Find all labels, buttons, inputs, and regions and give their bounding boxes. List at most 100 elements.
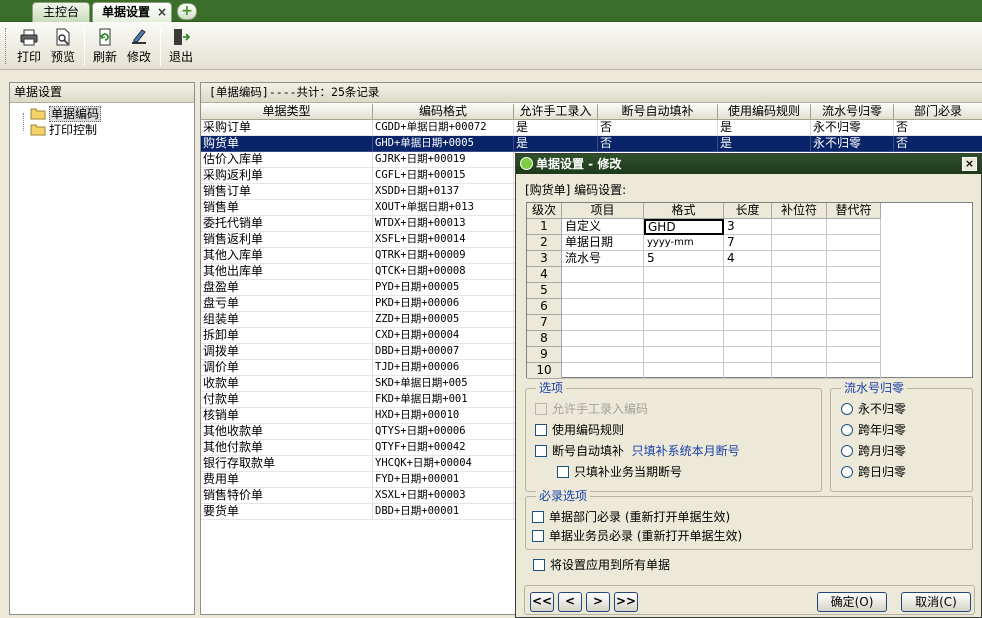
code-grid-cell[interactable]	[724, 363, 772, 379]
column-header[interactable]: 部门必录	[894, 104, 982, 120]
code-grid-cell[interactable]	[724, 283, 772, 299]
tree-item-print-control[interactable]: 打印控制	[30, 122, 97, 138]
code-grid-cell[interactable]	[644, 267, 724, 283]
code-grid-cell[interactable]	[827, 347, 881, 363]
code-grid-cell[interactable]	[562, 283, 644, 299]
code-grid-cell[interactable]	[562, 267, 644, 283]
business-only-checkbox[interactable]: 只填补业务当期断号	[557, 464, 682, 480]
code-grid-cell[interactable]	[644, 363, 724, 379]
table-cell: GJRK+日期+00019	[373, 152, 514, 168]
preview-button[interactable]: 预览	[48, 28, 78, 68]
code-grid-cell[interactable]: GHD	[644, 219, 724, 235]
dialog-close-icon[interactable]: ×	[962, 157, 977, 171]
code-grid-cell[interactable]	[772, 331, 827, 347]
code-grid-cell[interactable]: yyyy-mm	[644, 235, 724, 251]
code-grid-cell[interactable]	[827, 267, 881, 283]
code-grid-cell[interactable]	[724, 347, 772, 363]
code-grid-cell[interactable]	[644, 331, 724, 347]
staff-required-checkbox[interactable]: 单据业务员必录 (重新打开单据生效)	[532, 528, 742, 544]
print-button[interactable]: 打印	[14, 28, 44, 68]
code-grid-cell[interactable]	[827, 235, 881, 251]
code-grid-cell[interactable]	[724, 267, 772, 283]
code-grid-cell[interactable]	[644, 315, 724, 331]
add-tab-icon[interactable]: +	[177, 3, 197, 20]
column-header[interactable]: 使用编码规则	[718, 104, 811, 120]
code-grid-header: 项目	[562, 203, 644, 219]
code-grid-cell[interactable]	[644, 283, 724, 299]
code-grid-cell[interactable]	[644, 347, 724, 363]
first-record-button[interactable]: <<	[530, 592, 554, 612]
last-record-button[interactable]: >>	[614, 592, 638, 612]
dialog-title-bar[interactable]: 单据设置 - 修改 ×	[516, 154, 981, 174]
code-grid-cell[interactable]	[724, 331, 772, 347]
column-header[interactable]: 单据类型	[201, 104, 373, 120]
code-grid-cell[interactable]: 5	[644, 251, 724, 267]
preview-label: 预览	[50, 50, 75, 64]
table-row[interactable]: 购货单 GHD+单据日期+0005 是否是永不归零否	[201, 136, 982, 152]
code-grid-cell[interactable]	[827, 251, 881, 267]
code-grid-cell[interactable]: 单据日期	[562, 235, 644, 251]
refresh-button[interactable]: 刷新	[90, 28, 120, 68]
code-grid-cell[interactable]	[827, 299, 881, 315]
column-header[interactable]: 流水号归零	[811, 104, 894, 120]
code-grid-cell[interactable]: 7	[724, 235, 772, 251]
table-row[interactable]: 采购订单 CGDD+单据日期+00072 是否是永不归零否	[201, 120, 982, 136]
code-grid-cell[interactable]	[724, 299, 772, 315]
use-rule-checkbox[interactable]: 使用编码规则	[535, 422, 624, 438]
code-grid-cell[interactable]	[827, 315, 881, 331]
code-grid-cell[interactable]	[772, 347, 827, 363]
code-grid-cell[interactable]	[772, 299, 827, 315]
code-grid-cell[interactable]	[772, 363, 827, 379]
code-grid-cell[interactable]	[562, 315, 644, 331]
tree-item-document-coding[interactable]: 单据编码	[30, 106, 102, 122]
dept-required-checkbox[interactable]: 单据部门必录 (重新打开单据生效)	[532, 509, 730, 525]
code-grid-cell[interactable]: 自定义	[562, 219, 644, 235]
code-grid-cell[interactable]: 流水号	[562, 251, 644, 267]
code-grid-cell[interactable]	[827, 331, 881, 347]
reset-daily-radio[interactable]: 跨日归零	[841, 464, 906, 480]
code-grid-cell[interactable]: 3	[724, 219, 772, 235]
code-grid-cell[interactable]	[562, 331, 644, 347]
code-grid-cell[interactable]	[772, 235, 827, 251]
code-grid-cell[interactable]	[772, 219, 827, 235]
cancel-button[interactable]: 取消(C)	[901, 592, 971, 612]
code-grid-cell[interactable]	[772, 283, 827, 299]
prev-record-button[interactable]: <	[558, 592, 582, 612]
code-grid-cell[interactable]: 4	[724, 251, 772, 267]
code-grid-cell[interactable]	[827, 283, 881, 299]
tab-close-icon[interactable]: ×	[157, 3, 167, 22]
allow-manual-checkbox[interactable]: 允许手工录入编码	[535, 401, 648, 417]
next-record-button[interactable]: >	[586, 592, 610, 612]
auto-fill-hint: 只填补系统本月断号	[631, 444, 740, 458]
ok-button[interactable]: 确定(O)	[817, 592, 887, 612]
table-cell: CXD+日期+00004	[373, 328, 514, 344]
printer-icon	[20, 29, 38, 46]
code-grid-cell[interactable]	[562, 299, 644, 315]
code-grid-cell[interactable]	[772, 315, 827, 331]
reset-monthly-label: 跨月归零	[858, 444, 907, 458]
reset-never-radio[interactable]: 永不归零	[841, 401, 906, 417]
table-cell: 销售订单	[201, 184, 373, 200]
tab-home[interactable]: 主控台	[32, 2, 90, 22]
column-header[interactable]: 断号自动填补	[598, 104, 718, 120]
code-grid-cell[interactable]	[827, 219, 881, 235]
column-header[interactable]: 允许手工录入	[514, 104, 598, 120]
code-grid-cell[interactable]	[827, 363, 881, 379]
table-cell: 调拨单	[201, 344, 373, 360]
exit-button[interactable]: 退出	[166, 28, 196, 68]
edit-button[interactable]: 修改	[124, 28, 154, 68]
auto-fill-checkbox[interactable]: 断号自动填补 只填补系统本月断号	[535, 443, 740, 459]
column-header[interactable]: 编码格式	[373, 104, 514, 120]
table-cell: 盘亏单	[201, 296, 373, 312]
code-grid-cell[interactable]	[644, 299, 724, 315]
apply-all-checkbox[interactable]: 将设置应用到所有单据	[533, 557, 670, 573]
reset-monthly-radio[interactable]: 跨月归零	[841, 443, 906, 459]
code-grid-cell[interactable]	[772, 267, 827, 283]
code-grid-cell[interactable]	[724, 315, 772, 331]
table-cell: PKD+日期+00006	[373, 296, 514, 312]
code-grid-cell[interactable]	[562, 363, 644, 379]
code-grid-cell[interactable]	[772, 251, 827, 267]
code-grid-cell[interactable]	[562, 347, 644, 363]
reset-yearly-radio[interactable]: 跨年归零	[841, 422, 906, 438]
tab-document-settings[interactable]: 单据设置 ×	[92, 2, 172, 22]
